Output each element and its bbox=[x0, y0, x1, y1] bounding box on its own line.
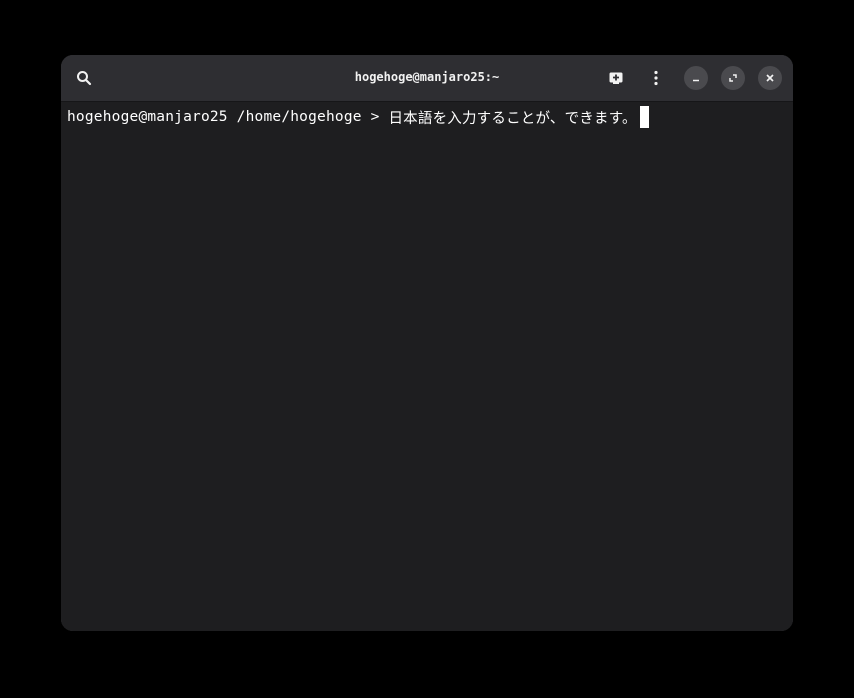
maximize-icon bbox=[728, 73, 738, 83]
headerbar: hogehoge@manjaro25:~ bbox=[61, 55, 793, 102]
terminal-area[interactable]: hogehoge@manjaro25 /home/hogehoge > 日本語を… bbox=[61, 102, 793, 631]
close-icon bbox=[765, 73, 775, 83]
new-tab-icon bbox=[608, 70, 624, 86]
new-tab-button[interactable] bbox=[604, 66, 628, 90]
minimize-button[interactable] bbox=[684, 66, 708, 90]
search-button[interactable] bbox=[72, 66, 96, 90]
search-icon bbox=[76, 70, 92, 86]
command-input: 日本語を入力することが、できます。 bbox=[388, 110, 637, 127]
terminal-line: hogehoge@manjaro25 /home/hogehoge > 日本語を… bbox=[67, 106, 649, 128]
text-cursor bbox=[639, 106, 649, 128]
shell-prompt: hogehoge@manjaro25 /home/hogehoge > bbox=[67, 109, 389, 125]
menu-button[interactable] bbox=[644, 66, 668, 90]
kebab-menu-icon bbox=[648, 70, 664, 86]
minimize-icon bbox=[691, 73, 701, 83]
close-button[interactable] bbox=[758, 66, 782, 90]
terminal-window: hogehoge@manjaro25:~ hogehoge@manjaro25 … bbox=[61, 55, 793, 631]
maximize-button[interactable] bbox=[721, 66, 745, 90]
